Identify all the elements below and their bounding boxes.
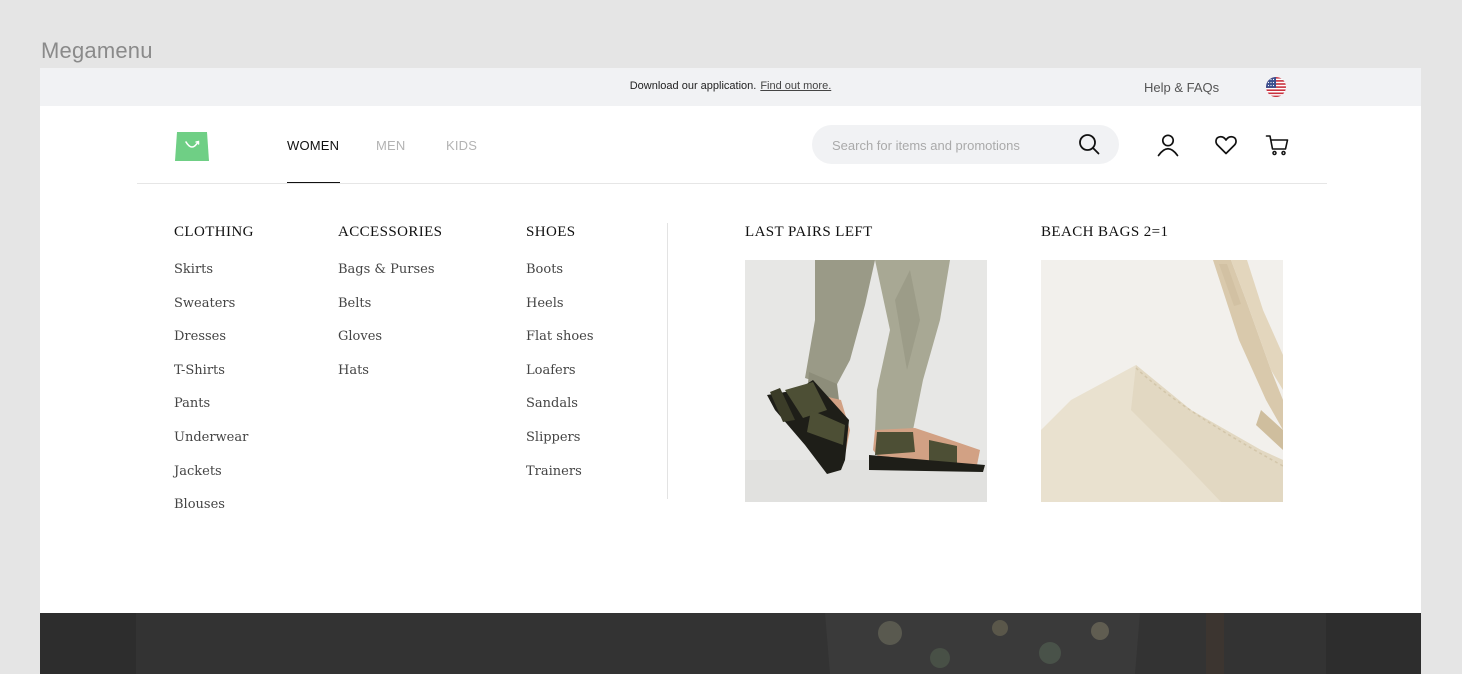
menu-item-sweaters[interactable]: Sweaters <box>174 295 248 329</box>
promo-sandals-image[interactable] <box>745 260 987 502</box>
app-promo-text: Download our application. <box>629 80 757 92</box>
frame-title: Megamenu <box>41 38 153 63</box>
heart-icon[interactable] <box>1214 133 1238 157</box>
logo-shopping-bag-icon[interactable] <box>174 128 210 161</box>
menu-item-hats[interactable]: Hats <box>338 362 435 396</box>
tab-men[interactable]: MEN <box>376 138 406 153</box>
promo-beach-bags-heading[interactable]: BEACH BAGS 2=1 <box>1041 224 1168 241</box>
menu-vertical-divider <box>667 223 668 499</box>
shoes-heading[interactable]: SHOES <box>526 224 576 241</box>
menu-item-boots[interactable]: Boots <box>526 261 594 295</box>
clothing-heading[interactable]: CLOTHING <box>174 224 254 241</box>
accessories-list: Bags & Purses Belts Gloves Hats <box>338 261 435 395</box>
menu-item-slippers[interactable]: Slippers <box>526 429 594 463</box>
menu-item-heels[interactable]: Heels <box>526 295 594 329</box>
shoes-list: Boots Heels Flat shoes Loafers Sandals S… <box>526 261 594 496</box>
search-input[interactable] <box>830 125 1074 166</box>
menu-item-underwear[interactable]: Underwear <box>174 429 248 463</box>
promo-last-pairs-heading[interactable]: LAST PAIRS LEFT <box>745 224 873 241</box>
megamenu-frame: Download our application. Find out more. … <box>40 68 1421 674</box>
search-bar <box>812 125 1119 166</box>
menu-item-dresses[interactable]: Dresses <box>174 328 248 362</box>
menu-item-flat-shoes[interactable]: Flat shoes <box>526 328 594 362</box>
main-navigation: WOMEN MEN KIDS <box>40 106 1421 184</box>
help-faqs-link[interactable]: Help & FAQs <box>1144 80 1219 95</box>
clothing-list: Skirts Sweaters Dresses T-Shirts Pants U… <box>174 261 248 530</box>
menu-item-sandals[interactable]: Sandals <box>526 395 594 429</box>
menu-item-skirts[interactable]: Skirts <box>174 261 248 295</box>
search-icon[interactable] <box>1078 133 1100 155</box>
menu-item-bags-purses[interactable]: Bags & Purses <box>338 261 435 295</box>
find-out-more-link[interactable]: Find out more. <box>760 80 831 92</box>
accessories-heading[interactable]: ACCESSORIES <box>338 224 442 241</box>
menu-item-jackets[interactable]: Jackets <box>174 463 248 497</box>
menu-item-pants[interactable]: Pants <box>174 395 248 429</box>
top-announcement-bar: Download our application. Find out more. … <box>40 68 1421 106</box>
menu-item-t-shirts[interactable]: T-Shirts <box>174 362 248 396</box>
tab-kids[interactable]: KIDS <box>446 138 477 153</box>
menu-item-loafers[interactable]: Loafers <box>526 362 594 396</box>
menu-item-trainers[interactable]: Trainers <box>526 463 594 497</box>
hero-banner-preview <box>40 613 1421 674</box>
user-icon[interactable] <box>1156 133 1180 157</box>
nav-divider <box>137 183 1327 184</box>
menu-item-gloves[interactable]: Gloves <box>338 328 435 362</box>
menu-item-blouses[interactable]: Blouses <box>174 496 248 530</box>
cart-icon[interactable] <box>1265 133 1289 157</box>
tab-women[interactable]: WOMEN <box>287 138 339 153</box>
promo-beach-bag-image[interactable] <box>1041 260 1283 502</box>
us-flag-icon[interactable] <box>1266 77 1286 97</box>
menu-item-belts[interactable]: Belts <box>338 295 435 329</box>
